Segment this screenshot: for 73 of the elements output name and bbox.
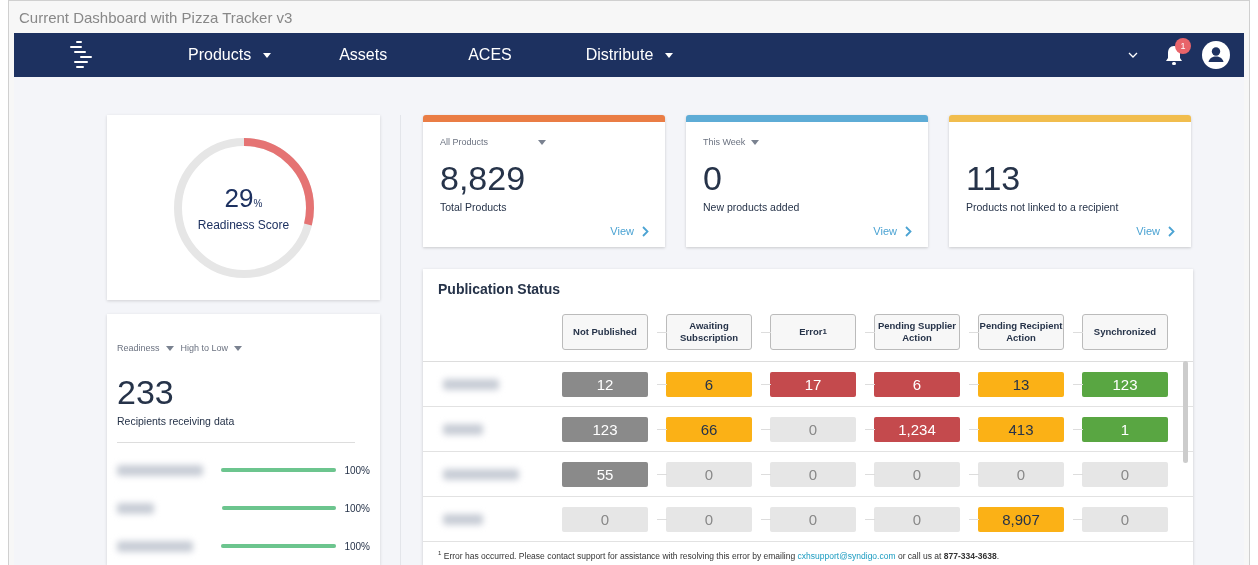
chevron-down-icon[interactable] xyxy=(1128,52,1138,58)
status-column-header: Not Published xyxy=(562,314,648,350)
status-column-header: Synchronized xyxy=(1082,314,1168,350)
scrollbar[interactable] xyxy=(1183,361,1188,463)
user-avatar-icon[interactable] xyxy=(1202,41,1230,69)
status-count[interactable]: 0 xyxy=(666,506,752,532)
status-count[interactable]: 12 xyxy=(562,371,648,397)
blurred-row-label xyxy=(443,423,483,435)
nav-menu-item[interactable]: Products xyxy=(188,46,272,64)
recipients-count: 233 xyxy=(117,372,175,412)
chevron-right-icon xyxy=(642,225,649,237)
panel-title: Publication Status xyxy=(438,281,562,297)
status-column-header: Pending Recipient Action xyxy=(978,314,1064,350)
status-count[interactable]: 0 xyxy=(978,461,1064,487)
window-title: Current Dashboard with Pizza Tracker v3 xyxy=(18,7,294,28)
blurred-row-label xyxy=(443,513,483,525)
status-count[interactable]: 0 xyxy=(770,416,856,442)
status-count[interactable]: 0 xyxy=(666,461,752,487)
filter-dropdown[interactable]: All Products xyxy=(440,136,648,148)
support-email-link[interactable]: cxhsupport@syndigo.com xyxy=(797,550,896,561)
view-link[interactable]: View xyxy=(1136,225,1175,237)
status-count[interactable]: 6 xyxy=(874,371,960,397)
status-count[interactable]: 66 xyxy=(666,416,752,442)
status-count[interactable]: 0 xyxy=(874,506,960,532)
percent-unit: % xyxy=(253,198,263,209)
status-count[interactable]: 0 xyxy=(1082,461,1168,487)
readiness-value: 29 xyxy=(224,183,254,214)
progress-reading: 100% xyxy=(344,464,370,476)
status-count[interactable]: 17 xyxy=(770,371,856,397)
caret-icon xyxy=(165,345,174,351)
error-footnote: $^{1}$ Error has occurred. Please contact support for assistance with resolving this error by emailing cxhsupport@syndigo.com or call us at 877-334-3638. xyxy=(437,549,1001,561)
status-count[interactable]: 0 xyxy=(562,506,648,532)
stat-value: 113 xyxy=(966,158,1022,198)
status-column-header: Pending Supplier Action xyxy=(874,314,960,350)
readiness-label: Readiness Score xyxy=(197,218,290,232)
progress-reading: 100% xyxy=(344,540,370,552)
status-count[interactable]: 123 xyxy=(562,416,648,442)
nav-menu-item[interactable]: Assets xyxy=(339,46,388,64)
caret-icon xyxy=(751,139,760,145)
stat-label: New products added xyxy=(703,201,801,213)
stat-value: 8,829 xyxy=(440,158,527,198)
sort-dropdown[interactable]: High to Low xyxy=(180,342,243,354)
filter-dropdown[interactable]: This Week xyxy=(703,136,911,148)
nav-menu-item[interactable]: Distribute xyxy=(585,46,674,64)
status-count[interactable]: 8,907 xyxy=(978,506,1064,532)
chevron-right-icon xyxy=(1168,225,1175,237)
status-count[interactable]: 0 xyxy=(770,461,856,487)
status-count[interactable]: 55 xyxy=(562,461,648,487)
status-count[interactable]: 1 xyxy=(1082,416,1168,442)
status-count[interactable]: 123 xyxy=(1082,371,1168,397)
blurred-recipient-name xyxy=(117,502,154,514)
status-count[interactable]: 1,234 xyxy=(874,416,960,442)
nav-menu-item[interactable]: ACES xyxy=(468,46,512,64)
view-link[interactable]: View xyxy=(610,225,649,237)
progress-reading: 100% xyxy=(344,502,370,514)
caret-icon xyxy=(538,139,547,145)
notification-badge: 1 xyxy=(1175,38,1191,54)
status-count[interactable]: 0 xyxy=(770,506,856,532)
status-column-header: Awaiting Subscription xyxy=(666,314,752,350)
view-link[interactable]: View xyxy=(873,225,912,237)
status-count[interactable]: 0 xyxy=(1082,506,1168,532)
recipients-label: Recipients receiving data xyxy=(117,415,236,427)
sort-dropdown[interactable]: Readiness xyxy=(117,342,174,354)
chevron-right-icon xyxy=(905,225,912,237)
status-count[interactable]: 413 xyxy=(978,416,1064,442)
stat-value: 0 xyxy=(703,158,723,198)
status-count[interactable]: 13 xyxy=(978,371,1064,397)
stat-label: Products not linked to a recipient xyxy=(966,201,1120,213)
status-count[interactable]: 6 xyxy=(666,371,752,397)
status-count[interactable]: 0 xyxy=(874,461,960,487)
stat-label: Total Products xyxy=(440,201,508,213)
blurred-row-label xyxy=(443,378,499,390)
caret-icon xyxy=(234,345,243,351)
